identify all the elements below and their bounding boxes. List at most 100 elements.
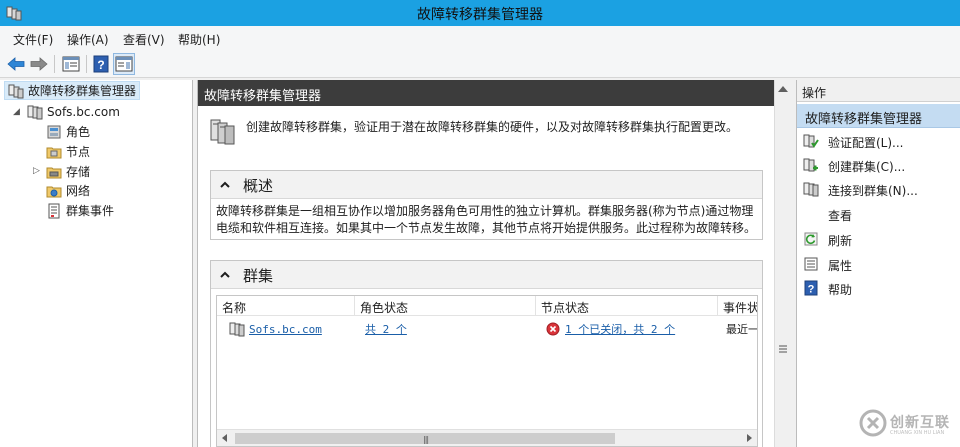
column-header-role-status[interactable]: 角色状态 [355, 296, 536, 316]
action-help[interactable]: ? 帮助 [797, 277, 960, 299]
event-status-text: 最近一 [726, 323, 758, 336]
tree-item-root[interactable]: 故障转移群集管理器 [4, 81, 140, 100]
collapsed-chevron-icon[interactable]: ▷ [33, 166, 40, 176]
cluster-icon [229, 322, 245, 337]
action-label: 查看 [828, 209, 853, 223]
cell-node-status: 1 个已关闭，共 2 个 [546, 320, 718, 338]
cell-event-status: 最近一 [726, 320, 758, 338]
action-label: 刷新 [828, 234, 853, 248]
refresh-icon [804, 232, 818, 246]
error-icon [546, 322, 560, 336]
action-label: 连接到群集(N)... [828, 184, 918, 198]
tree-item-label: 群集事件 [66, 204, 115, 218]
back-button[interactable] [5, 53, 27, 75]
forward-button[interactable] [28, 53, 50, 75]
action-connect-cluster[interactable]: 连接到群集(N)... [797, 178, 960, 200]
center-pane: 故障转移群集管理器 创建故障转移群集，验证用于潜在故障转移群集的硬件，以及对故障… [197, 80, 791, 447]
tree-item-networks[interactable]: 网络 [46, 181, 90, 200]
expanded-chevron-icon[interactable]: ◢ [13, 107, 20, 117]
clusters-section-header[interactable]: 群集 [211, 261, 762, 289]
tree-item-label: Sofs.bc.com [47, 104, 120, 119]
actions-header: 操作 [797, 80, 960, 102]
table-horizontal-scrollbar[interactable]: ||| [217, 429, 757, 446]
help-icon: ? [804, 280, 818, 296]
column-header-name[interactable]: 名称 [217, 296, 355, 316]
scroll-up-icon[interactable] [778, 86, 788, 92]
tree-item-cluster-events[interactable]: 群集事件 [46, 201, 114, 220]
tree-item-cluster[interactable]: Sofs.bc.com [27, 102, 120, 121]
scroll-grip-icon[interactable] [778, 345, 788, 354]
tree-item-nodes[interactable]: 节点 [46, 142, 90, 161]
toolbar: ? [0, 50, 960, 78]
navigation-tree: 故障转移群集管理器 ◢ Sofs.bc.com 角色 节点 ▷ 存储 网络 群集… [0, 80, 193, 447]
validate-config-icon [803, 134, 819, 148]
intro-description: 创建故障转移群集，验证用于潜在故障转移群集的硬件，以及对故障转移群集执行配置更改… [246, 120, 739, 134]
svg-text:?: ? [97, 58, 104, 72]
scroll-left-icon[interactable] [222, 434, 227, 442]
collapse-chevron-icon[interactable] [219, 269, 231, 281]
column-header-node-status[interactable]: 节点状态 [536, 296, 718, 316]
menu-help[interactable]: 帮助(H) [178, 31, 220, 48]
center-vertical-scrollbar[interactable] [774, 80, 791, 447]
nodes-icon [46, 147, 62, 158]
cell-name: Sofs.bc.com [229, 320, 355, 338]
menu-action[interactable]: 操作(A) [67, 31, 109, 48]
overview-section: 概述 故障转移群集是一组相互协作以增加服务器角色可用性的独立计算机。群集服务器(… [210, 170, 763, 240]
window-title: 故障转移群集管理器 [417, 7, 543, 23]
table-header: 名称 角色状态 节点状态 事件状 [217, 296, 757, 316]
menu-view[interactable]: 查看(V) [123, 31, 165, 48]
svg-text:?: ? [808, 284, 815, 296]
clusters-title: 群集 [243, 267, 274, 285]
tree-item-label: 故障转移群集管理器 [28, 84, 137, 98]
action-label: 验证配置(L)... [828, 136, 904, 150]
action-view[interactable]: 查看 [797, 203, 960, 225]
action-label: 创建群集(C)... [828, 160, 906, 174]
cluster-icon [27, 105, 43, 119]
roles-icon [47, 125, 61, 138]
overview-line: 电缆和软件相互连接。如果其中一个节点发生故障，其他节点将开始提供服务。此过程称为… [216, 221, 757, 235]
cluster-name-link[interactable]: Sofs.bc.com [249, 323, 322, 336]
cluster-manager-icon [8, 84, 24, 98]
show-action-pane-button[interactable] [113, 53, 135, 75]
tree-item-label: 角色 [66, 125, 91, 139]
actions-pane: 操作 故障转移群集管理器 验证配置(L)... 创建群集(C)... 连接到群集… [796, 80, 960, 447]
actions-group-header[interactable]: 故障转移群集管理器 [797, 104, 960, 128]
scroll-right-icon[interactable] [747, 434, 752, 442]
show-tree-button[interactable] [60, 53, 82, 75]
help-icon: ? [93, 55, 109, 73]
tree-item-storage[interactable]: 存储 [46, 162, 90, 181]
action-properties[interactable]: 属性 [797, 253, 960, 275]
action-validate-config[interactable]: 验证配置(L)... [797, 130, 960, 152]
toolbar-separator [86, 55, 87, 73]
back-icon [7, 57, 25, 71]
toolbar-separator [54, 55, 55, 73]
overview-section-header[interactable]: 概述 [211, 171, 762, 199]
show-action-pane-icon [115, 56, 133, 72]
overview-text: 故障转移群集是一组相互协作以增加服务器角色可用性的独立计算机。群集服务器(称为节… [216, 203, 757, 237]
cluster-overview-icon [210, 119, 235, 145]
properties-icon [804, 257, 818, 271]
tree-item-label: 存储 [66, 165, 91, 179]
menu-file[interactable]: 文件(F) [13, 31, 53, 48]
title-bar: 故障转移群集管理器 [0, 0, 960, 26]
collapse-chevron-icon[interactable] [219, 179, 231, 191]
action-create-cluster[interactable]: 创建群集(C)... [797, 154, 960, 176]
column-header-event-status[interactable]: 事件状 [718, 296, 757, 316]
overview-line: 故障转移群集是一组相互协作以增加服务器角色可用性的独立计算机。群集服务器(称为节… [216, 204, 754, 218]
help-button[interactable]: ? [90, 53, 112, 75]
action-label: 帮助 [828, 283, 853, 297]
menu-bar: 文件(F) 操作(A) 查看(V) 帮助(H) [0, 26, 960, 50]
forward-icon [30, 57, 48, 71]
action-refresh[interactable]: 刷新 [797, 228, 960, 250]
overview-title: 概述 [243, 177, 274, 195]
clusters-section: 群集 名称 角色状态 节点状态 事件状 Sofs.bc.com 共 2 个 1 [210, 260, 763, 447]
show-tree-icon [62, 56, 80, 72]
role-status-link[interactable]: 共 2 个 [365, 321, 407, 337]
storage-icon [46, 167, 62, 178]
tree-item-label: 节点 [66, 145, 91, 159]
clusters-table: 名称 角色状态 节点状态 事件状 Sofs.bc.com 共 2 个 1 个已关… [216, 295, 758, 447]
node-status-link[interactable]: 1 个已关闭，共 2 个 [565, 321, 675, 337]
connect-cluster-icon [803, 182, 819, 197]
cell-role-status: 共 2 个 [365, 320, 535, 338]
tree-item-roles[interactable]: 角色 [46, 122, 90, 141]
